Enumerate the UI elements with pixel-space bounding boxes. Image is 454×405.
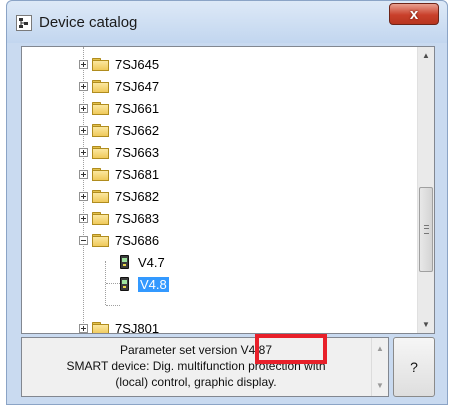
tree-node-7sj682[interactable]: 7SJ682 (79, 185, 159, 207)
expand-icon[interactable] (79, 103, 88, 113)
tree-node-label: 7SJ645 (115, 56, 160, 72)
catalog-icon (16, 15, 32, 31)
device-info-text: Parameter set version V4.87 SMART device… (21, 337, 389, 397)
tree-node-label: V4.7 (138, 254, 165, 270)
tree-node-7sj683[interactable]: 7SJ683 (79, 207, 159, 229)
expand-icon[interactable] (79, 323, 88, 333)
scroll-up-arrow-icon[interactable]: ▲ (418, 47, 434, 64)
folder-icon (92, 57, 109, 71)
tree-connector-line (106, 305, 120, 306)
version-highlight-box (255, 334, 327, 364)
folder-icon (92, 167, 109, 181)
title-bar[interactable]: Device catalog x (7, 1, 447, 43)
tree-node-7sj645[interactable]: 7SJ645 (79, 53, 159, 75)
expand-icon[interactable] (79, 147, 88, 157)
collapse-icon[interactable] (79, 235, 88, 245)
scrollbar-thumb[interactable] (419, 187, 433, 272)
tree-node-v4-7[interactable]: V4.7 (120, 251, 165, 273)
device-catalog-window: Device catalog x 7SJ645 7SJ647 7SJ661 7S… (6, 0, 448, 405)
close-icon: x (409, 5, 419, 23)
tree-node-label: 7SJ662 (115, 122, 160, 138)
scroll-down-arrow-icon[interactable]: ▼ (418, 316, 434, 333)
tree-node-label: 7SJ661 (115, 100, 160, 116)
expand-icon[interactable] (79, 81, 88, 91)
tree-scrollbar[interactable]: ▲ ▼ (417, 47, 434, 333)
tree-node-7sj686[interactable]: 7SJ686 (79, 229, 159, 251)
scroll-up-arrow-icon[interactable]: ▲ (372, 340, 388, 357)
info-line-description-2: (local) control, graphic display. (115, 375, 277, 389)
expand-icon[interactable] (79, 213, 88, 223)
tree-node-7sj661[interactable]: 7SJ661 (79, 97, 159, 119)
folder-icon (92, 189, 109, 203)
tree-node-label: 7SJ686 (115, 232, 160, 248)
tree-node-label-selected: V4.8 (138, 276, 169, 292)
close-button[interactable]: x (389, 3, 439, 25)
device-tree[interactable]: 7SJ645 7SJ647 7SJ661 7SJ662 7SJ663 7SJ68… (21, 46, 435, 334)
tree-node-7sj801[interactable]: 7SJ801 (79, 317, 160, 334)
expand-icon[interactable] (79, 191, 88, 201)
scroll-down-arrow-icon[interactable]: ▼ (372, 377, 388, 394)
tree-node-7sj681[interactable]: 7SJ681 (79, 163, 159, 185)
folder-icon (92, 321, 109, 333)
folder-icon (92, 79, 109, 93)
tree-node-label: 7SJ682 (115, 188, 160, 204)
folder-icon (92, 101, 109, 115)
help-button[interactable]: ? (393, 337, 435, 397)
device-icon (120, 255, 129, 269)
grip-icon (424, 225, 429, 234)
expand-icon[interactable] (79, 59, 88, 69)
tree-node-label: 7SJ647 (115, 78, 160, 94)
device-icon (120, 277, 129, 291)
expand-icon[interactable] (79, 169, 88, 179)
info-scrollbar[interactable]: ▲ ▼ (371, 338, 388, 396)
expand-icon[interactable] (79, 125, 88, 135)
tree-connector-line (106, 283, 120, 284)
tree-node-label: 7SJ683 (115, 210, 160, 226)
tree-node-7sj662[interactable]: 7SJ662 (79, 119, 159, 141)
folder-open-icon (92, 233, 109, 247)
tree-node-label: 7SJ681 (115, 166, 160, 182)
tree-node-7sj663[interactable]: 7SJ663 (79, 141, 159, 163)
window-title: Device catalog (39, 14, 138, 31)
folder-icon (92, 211, 109, 225)
tree-node-label: 7SJ801 (115, 320, 160, 334)
folder-icon (92, 145, 109, 159)
folder-icon (92, 123, 109, 137)
tree-node-7sj647[interactable]: 7SJ647 (79, 75, 159, 97)
tree-node-label: 7SJ663 (115, 144, 160, 160)
tree-node-v4-8[interactable]: V4.8 (120, 273, 169, 295)
